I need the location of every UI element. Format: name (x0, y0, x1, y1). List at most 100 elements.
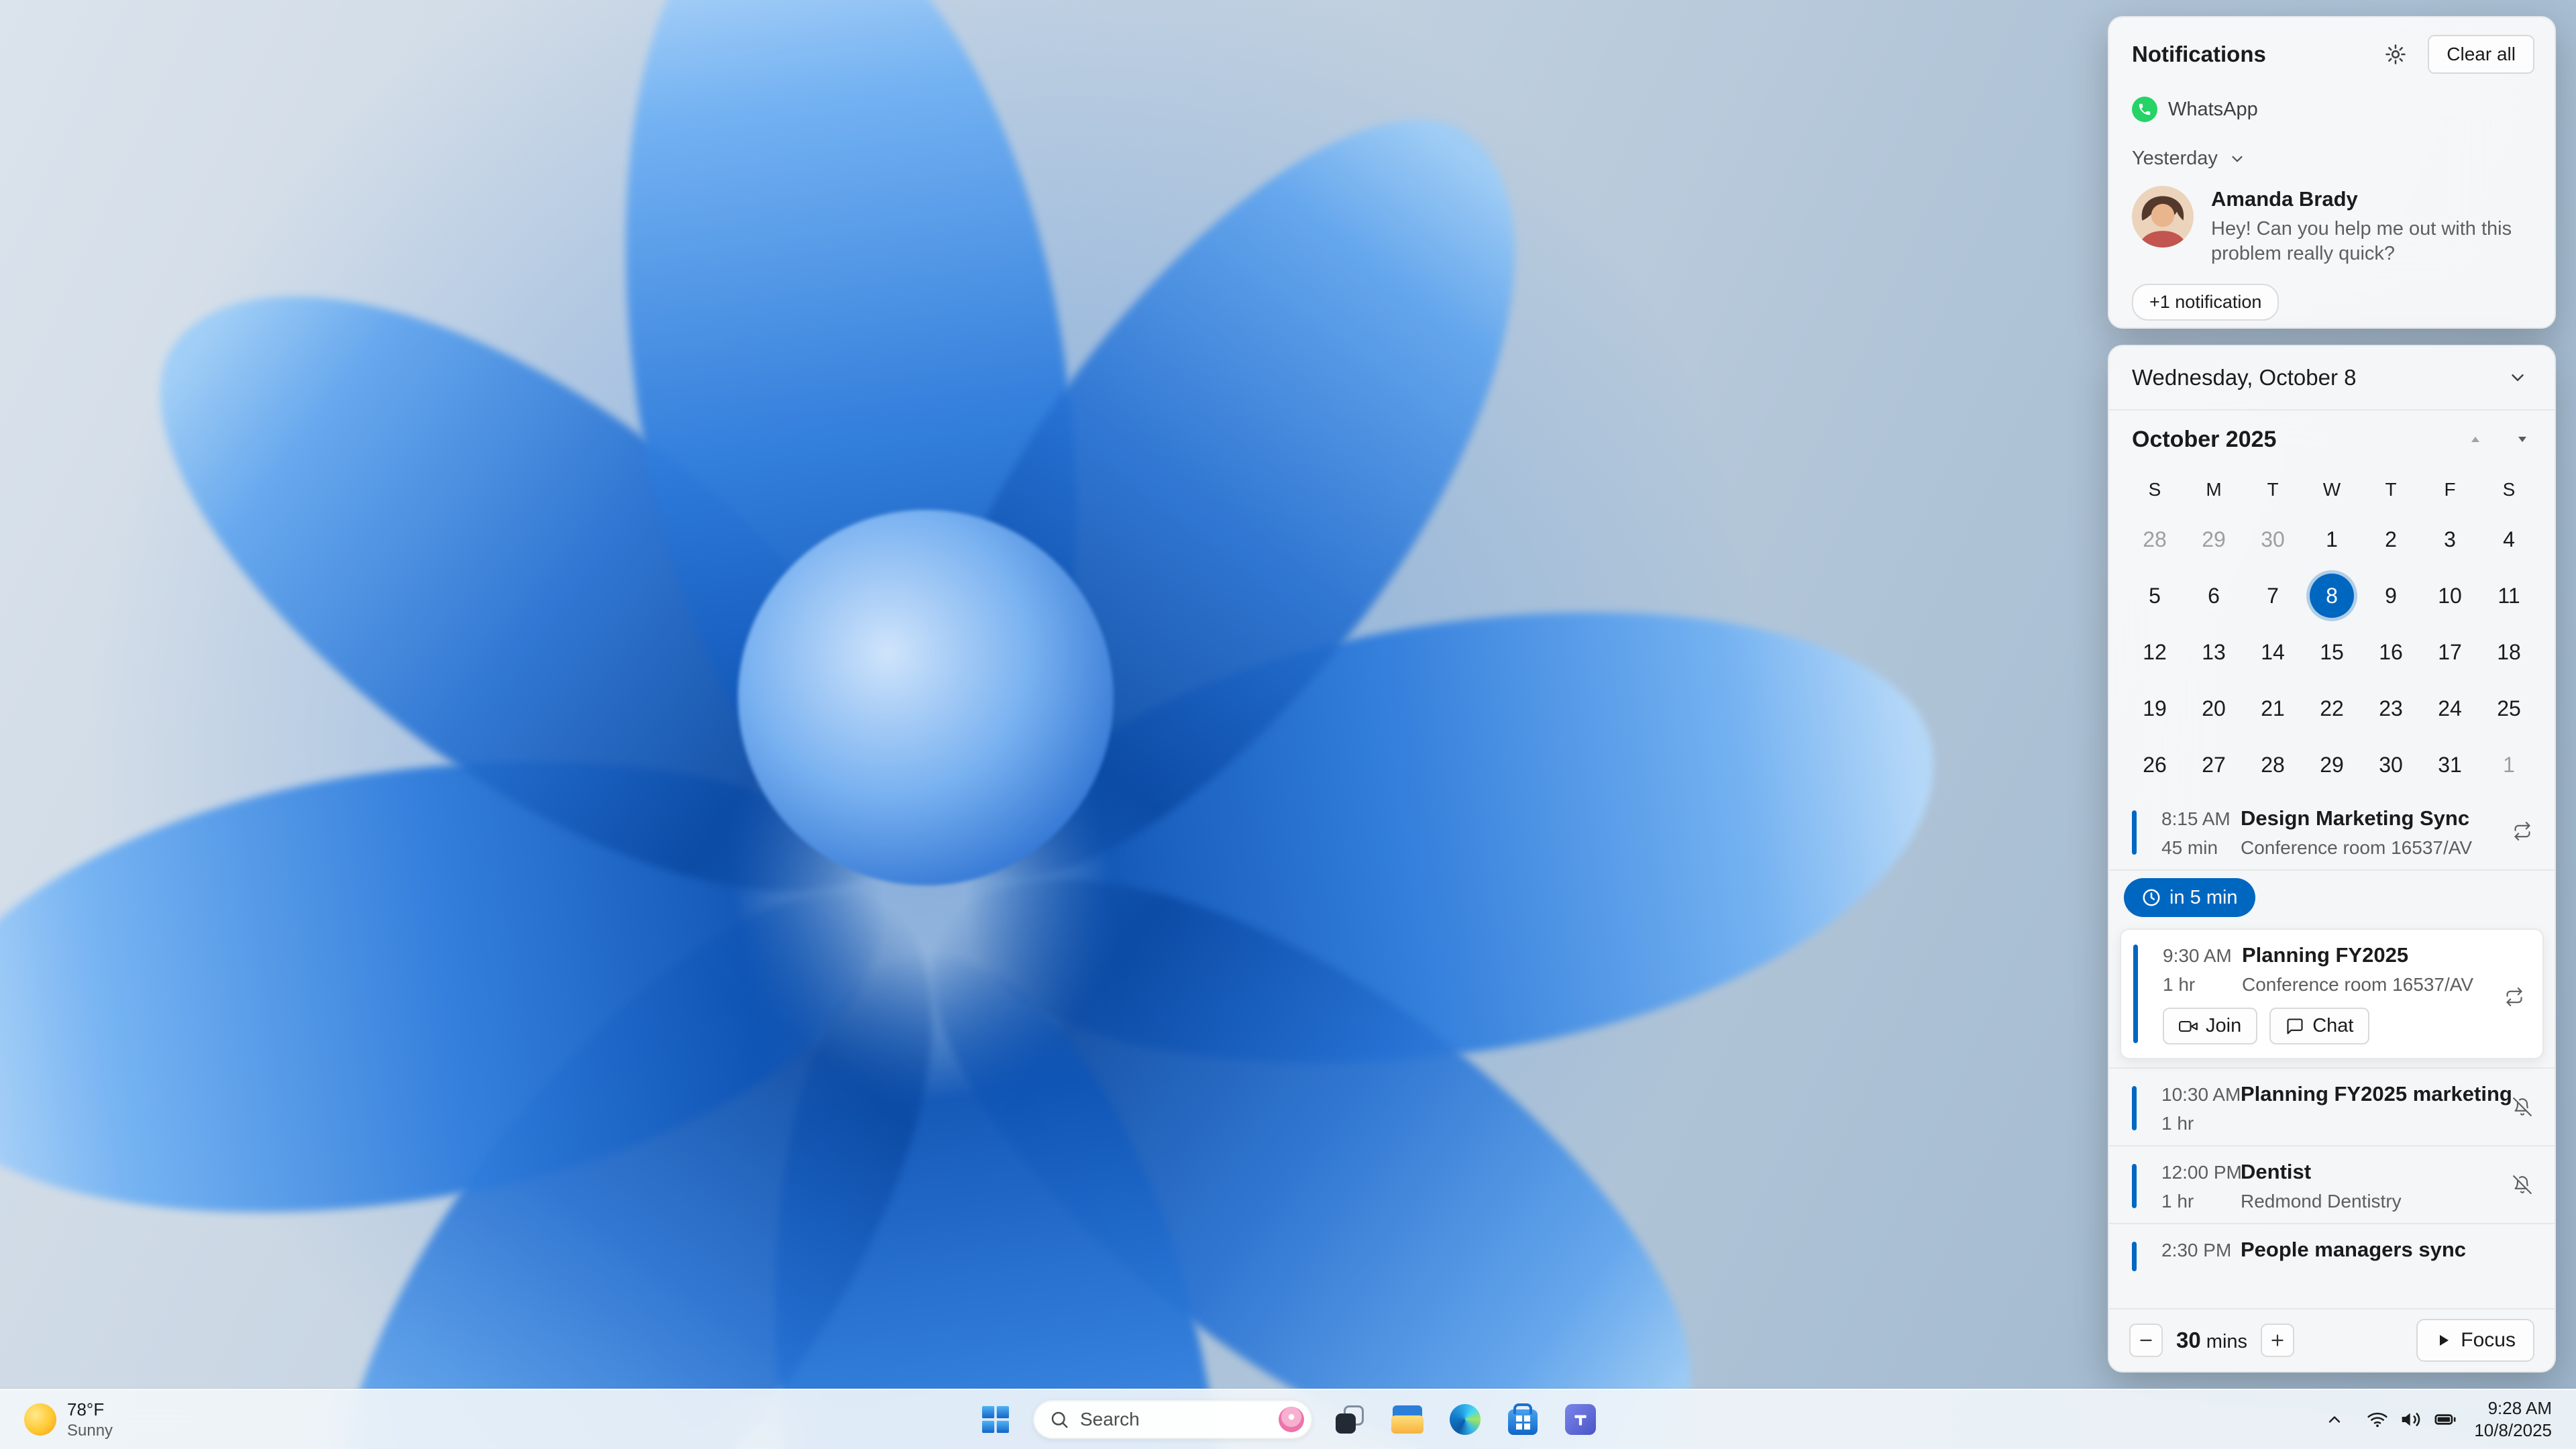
plus-icon (2269, 1332, 2286, 1349)
camera-icon (2179, 1017, 2198, 1036)
notification-time-group-toggle[interactable]: Yesterday (2109, 122, 2555, 170)
chat-icon (2286, 1017, 2304, 1036)
calendar-day[interactable]: 19 (2125, 680, 2184, 737)
calendar-day[interactable]: 20 (2184, 680, 2243, 737)
reminder-row: in 5 min (2109, 871, 2555, 926)
search-box[interactable]: Search (1033, 1400, 1312, 1439)
clock-date: 10/8/2025 (2474, 1420, 2552, 1440)
calendar-day[interactable]: 5 (2125, 568, 2184, 624)
settings-icon (2384, 43, 2407, 66)
calendar-day[interactable]: 10 (2420, 568, 2479, 624)
event-card[interactable]: 9:30 AM Planning FY2025 1 hr Conference … (2120, 928, 2544, 1059)
tray-show-hidden-button[interactable] (2316, 1401, 2353, 1438)
calendar-day[interactable]: 28 (2125, 511, 2184, 568)
calendar-day[interactable]: 3 (2420, 511, 2479, 568)
weather-condition: Sunny (67, 1421, 113, 1440)
event-row[interactable]: 12:00 PM Dentist 1 hr Redmond Dentistry (2109, 1146, 2555, 1223)
calendar-date-label: Wednesday, October 8 (2132, 365, 2357, 390)
search-placeholder: Search (1080, 1409, 1140, 1430)
focus-start-button[interactable]: Focus (2416, 1319, 2534, 1362)
notification-card[interactable]: Amanda Brady Hey! Can you help me out wi… (2109, 170, 2555, 266)
sun-icon (24, 1403, 56, 1436)
tray-clock[interactable]: 9:28 AM 10/8/2025 (2470, 1397, 2556, 1442)
join-button[interactable]: Join (2163, 1008, 2258, 1044)
event-accent-bar (2132, 1086, 2137, 1130)
calendar-day[interactable]: 22 (2302, 680, 2361, 737)
event-row[interactable]: 2:30 PM People managers sync (2109, 1224, 2555, 1308)
calendar-day[interactable]: 30 (2243, 511, 2302, 568)
calendar-day[interactable]: 24 (2420, 680, 2479, 737)
event-row[interactable]: 8:15 AM Design Marketing Sync 45 min Con… (2109, 793, 2555, 869)
notifications-header: Notifications Clear all (2109, 17, 2555, 74)
triangle-up-icon (2467, 431, 2483, 447)
weather-widget[interactable]: 78°F Sunny (9, 1390, 127, 1449)
start-button[interactable] (975, 1399, 1016, 1440)
event-time: 10:30 AM (2161, 1084, 2241, 1105)
clear-all-button[interactable]: Clear all (2428, 35, 2534, 74)
folder-icon (1391, 1405, 1424, 1434)
calendar-day[interactable]: 1 (2479, 737, 2538, 793)
notifications-title: Notifications (2132, 42, 2266, 66)
teams-button[interactable] (1560, 1399, 1601, 1440)
calendar-day[interactable]: 28 (2243, 737, 2302, 793)
calendar-month-row: October 2025 (2109, 411, 2555, 468)
calendar-day[interactable]: 14 (2243, 624, 2302, 680)
focus-decrease-button[interactable] (2129, 1324, 2163, 1357)
tray-status-button[interactable] (2357, 1401, 2466, 1438)
calendar-day[interactable]: 26 (2125, 737, 2184, 793)
clock-icon (2141, 888, 2161, 908)
store-button[interactable] (1503, 1399, 1543, 1440)
event-location: Redmond Dentistry (2241, 1191, 2402, 1212)
notification-settings-button[interactable] (2378, 37, 2413, 72)
calendar-day[interactable]: 27 (2184, 737, 2243, 793)
chevron-down-icon (2508, 368, 2528, 388)
notification-message: Hey! Can you help me out with this probl… (2211, 218, 2512, 264)
calendar-day[interactable]: 16 (2361, 624, 2420, 680)
calendar-day[interactable]: 17 (2420, 624, 2479, 680)
focus-increase-button[interactable] (2261, 1324, 2295, 1357)
chat-button[interactable]: Chat (2269, 1008, 2370, 1044)
minus-icon (2137, 1332, 2155, 1349)
calendar-day[interactable]: 9 (2361, 568, 2420, 624)
calendar-day[interactable]: 21 (2243, 680, 2302, 737)
calendar-day[interactable]: 2 (2361, 511, 2420, 568)
calendar-day-header: S (2148, 479, 2161, 500)
more-notifications-button[interactable]: +1 notification (2132, 284, 2279, 321)
calendar-day[interactable]: 23 (2361, 680, 2420, 737)
focus-bar: 30 mins Focus (2109, 1308, 2555, 1371)
triangle-down-icon (2514, 431, 2530, 447)
edge-button[interactable] (1445, 1399, 1485, 1440)
calendar-day[interactable]: 4 (2479, 511, 2538, 568)
event-duration: 45 min (2161, 837, 2218, 858)
event-duration: 1 hr (2161, 1191, 2194, 1212)
calendar-day[interactable]: 6 (2184, 568, 2243, 624)
event-row[interactable]: 10:30 AM Planning FY2025 marketing 1 hr (2109, 1069, 2555, 1145)
event-duration: 1 hr (2163, 974, 2196, 995)
calendar-day[interactable]: 30 (2361, 737, 2420, 793)
calendar-day[interactable]: 29 (2184, 511, 2243, 568)
file-explorer-button[interactable] (1387, 1399, 1428, 1440)
calendar-day[interactable]: 1 (2302, 511, 2361, 568)
calendar-day[interactable]: 15 (2302, 624, 2361, 680)
calendar-day[interactable]: 12 (2125, 624, 2184, 680)
calendar-day[interactable]: 18 (2479, 624, 2538, 680)
calendar-prev-month-button[interactable] (2467, 431, 2483, 447)
battery-icon (2434, 1408, 2457, 1431)
event-title: Dentist (2241, 1160, 2312, 1183)
calendar-day[interactable]: 8 (2302, 568, 2361, 624)
calendar-day[interactable]: 7 (2243, 568, 2302, 624)
notification-app-group[interactable]: WhatsApp (2109, 74, 2555, 122)
calendar-collapse-button[interactable] (2496, 358, 2540, 397)
calendar-day[interactable]: 29 (2302, 737, 2361, 793)
calendar-next-month-button[interactable] (2514, 431, 2530, 447)
whatsapp-icon (2132, 97, 2157, 122)
event-location: Conference room 16537/AV (2241, 837, 2473, 858)
task-view-button[interactable] (1330, 1399, 1370, 1440)
calendar-day[interactable]: 31 (2420, 737, 2479, 793)
calendar-day[interactable]: 11 (2479, 568, 2538, 624)
bell-muted-icon (2513, 1097, 2532, 1116)
calendar-day[interactable]: 13 (2184, 624, 2243, 680)
event-time: 12:00 PM (2161, 1162, 2242, 1183)
event-accent-bar (2132, 1242, 2137, 1271)
calendar-day[interactable]: 25 (2479, 680, 2538, 737)
